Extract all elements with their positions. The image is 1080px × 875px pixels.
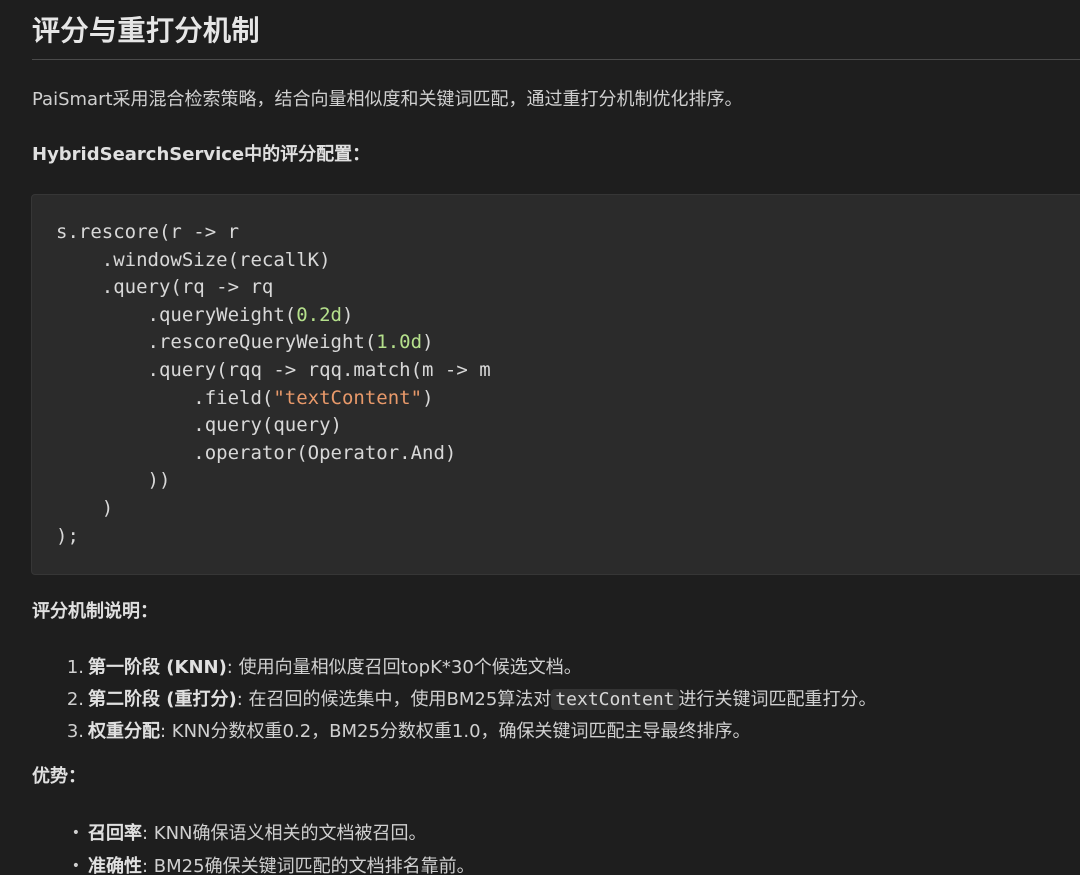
code-token: .query(query) [56, 414, 342, 437]
item-text: : KNN分数权重0.2，BM25分数权重1.0，确保关键词匹配主导最终排序。 [160, 721, 751, 742]
list-item: • 准确性: BM25确保关键词匹配的文档排名靠前。 [32, 850, 475, 875]
item-text: : 在召回的候选集中，使用BM25算法对 [236, 689, 552, 710]
code-token: ) [56, 496, 114, 519]
code-line: .rescoreQueryWeight(1.0d) [56, 329, 491, 357]
item-text: 进行关键词匹配重打分。 [678, 689, 877, 710]
code-line: .operator(Operator.And) [56, 440, 491, 468]
code-token: ) [422, 386, 434, 409]
code-block[interactable]: s.rescore(r -> r .windowSize(recallK) .q… [31, 194, 1080, 575]
list-number: 1. [66, 657, 84, 678]
code-line: )) [56, 467, 491, 495]
code-line: .query(query) [56, 412, 491, 440]
code-content: s.rescore(r -> r .windowSize(recallK) .q… [56, 219, 491, 550]
item-term: 权重分配 [88, 721, 160, 742]
config-label: HybridSearchService中的评分配置： [32, 144, 371, 165]
item-text: : 使用向量相似度召回topK*30个候选文档。 [226, 657, 582, 678]
code-line: .windowSize(recallK) [56, 247, 491, 275]
list-item: 3. 权重分配: KNN分数权重0.2，BM25分数权重1.0，确保关键词匹配主导… [32, 716, 877, 748]
code-number: 0.2d [296, 303, 342, 326]
heading-divider [32, 59, 1080, 60]
bullet-icon: • [71, 825, 80, 841]
bullet-icon: • [71, 858, 80, 874]
code-line: .queryWeight(0.2d) [56, 302, 491, 330]
advantages-list: • 召回率: KNN确保语义相关的文档被召回。 • 准确性: BM25确保关键词匹配… [32, 817, 475, 875]
code-token: ) [341, 303, 354, 326]
item-term: 第二阶段 (重打分) [88, 689, 237, 710]
item-term: 第一阶段 (KNN) [88, 657, 227, 678]
advantages-label: 优势： [32, 766, 86, 787]
item-term: 准确性 [88, 856, 142, 875]
intro-paragraph: PaiSmart采用混合检索策略，结合向量相似度和关键词匹配，通过重打分机制优化… [32, 89, 743, 110]
list-item: • 召回率: KNN确保语义相关的文档被召回。 [32, 817, 475, 850]
code-token: .query(rq -> rq [56, 276, 274, 299]
code-line: .query(rq -> rq [56, 274, 491, 302]
code-token: ) [422, 331, 434, 354]
code-token: ); [56, 524, 79, 547]
code-line: .query(rqq -> rqq.match(m -> m [56, 357, 491, 385]
item-text: : KNN确保语义相关的文档被召回。 [142, 823, 427, 844]
code-token: .queryWeight( [56, 303, 297, 326]
item-term: 召回率 [88, 823, 142, 844]
section-heading: 评分与重打分机制 [32, 14, 261, 47]
mechanism-list: 1. 第一阶段 (KNN): 使用向量相似度召回topK*30个候选文档。 2. 第… [32, 652, 877, 748]
code-token: .windowSize(recallK) [56, 248, 331, 271]
mechanism-label: 评分机制说明： [32, 601, 158, 622]
list-item: 2. 第二阶段 (重打分): 在召回的候选集中，使用BM25算法对 textCont… [32, 684, 877, 716]
code-token: .operator(Operator.And) [56, 441, 457, 464]
code-token: .field( [56, 386, 274, 409]
code-token: )) [56, 469, 171, 492]
item-text: : BM25确保关键词匹配的文档排名靠前。 [142, 856, 475, 875]
code-line: ) [56, 495, 491, 523]
list-number: 3. [66, 721, 84, 742]
code-line: s.rescore(r -> r [56, 219, 491, 247]
code-token: .query(rqq -> rqq.match(m -> m [56, 358, 491, 381]
code-line: .field("textContent") [56, 385, 491, 413]
code-line: ); [56, 523, 491, 551]
code-number: 1.0d [376, 331, 423, 354]
list-item: 1. 第一阶段 (KNN): 使用向量相似度召回topK*30个候选文档。 [32, 652, 877, 684]
code-token: s.rescore(r -> r [56, 221, 240, 243]
document-page: 评分与重打分机制 PaiSmart采用混合检索策略，结合向量相似度和关键词匹配，… [0, 0, 1080, 875]
code-string: "textContent" [273, 386, 423, 409]
list-number: 2. [66, 689, 84, 710]
code-token: .rescoreQueryWeight( [56, 331, 377, 354]
inline-code: textContent [551, 689, 679, 710]
